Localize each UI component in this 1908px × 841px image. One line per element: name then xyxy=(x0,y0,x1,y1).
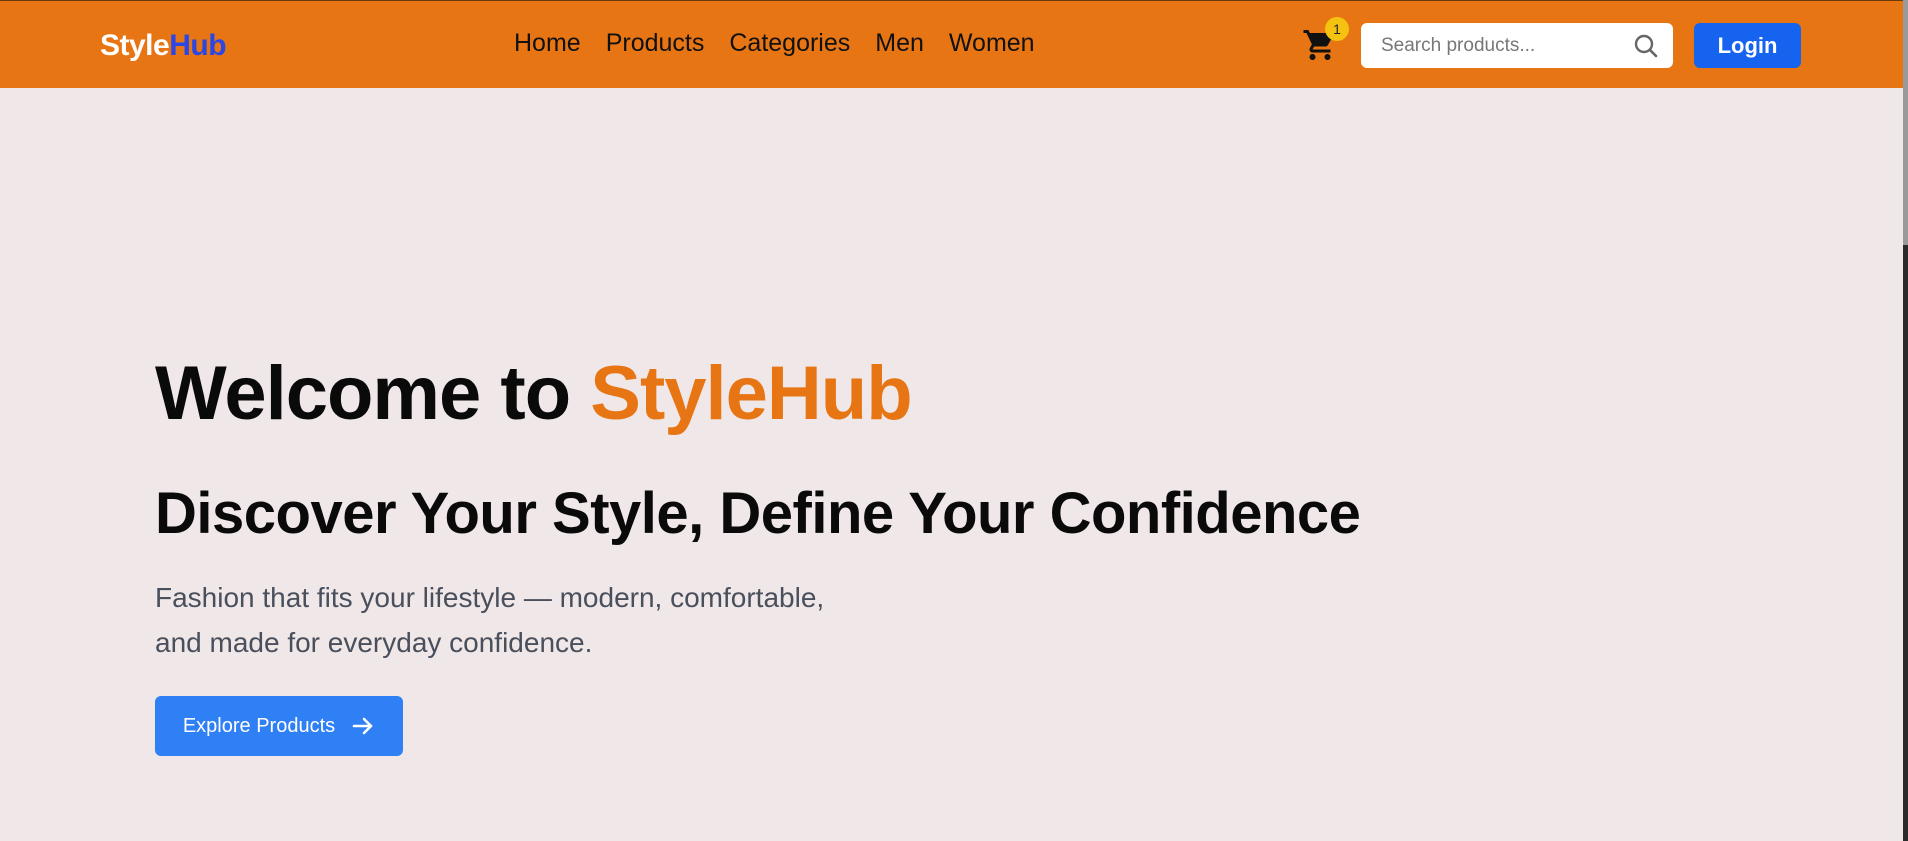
nav-link-categories[interactable]: Categories xyxy=(729,29,850,58)
brand-hub-text: Hub xyxy=(169,29,227,62)
search-box xyxy=(1361,23,1673,68)
scrollbar-thumb[interactable] xyxy=(1903,0,1908,245)
nav-link-men[interactable]: Men xyxy=(875,29,924,58)
brand-style-text: Style xyxy=(100,29,170,62)
cart-count-badge: 1 xyxy=(1325,17,1349,41)
nav-link-home[interactable]: Home xyxy=(514,29,581,58)
explore-products-label: Explore Products xyxy=(182,714,336,737)
hero-title: Welcome to StyleHub xyxy=(155,350,913,437)
hero-description-line-2: and made for everyday confidence. xyxy=(155,627,593,658)
navbar: StyleHub Home Products Categories Men Wo… xyxy=(0,0,1903,88)
explore-products-button[interactable]: Explore Products xyxy=(155,696,403,756)
arrow-right-icon xyxy=(352,717,373,735)
hero-title-accent: StyleHub xyxy=(590,351,912,436)
nav-links: Home Products Categories Men Women xyxy=(514,29,1035,58)
hero-description-line-1: Fashion that fits your lifestyle — moder… xyxy=(155,582,825,613)
hero-title-prefix: Welcome to xyxy=(155,351,591,436)
page: StyleHub Home Products Categories Men Wo… xyxy=(0,0,1903,841)
search-icon[interactable] xyxy=(1633,33,1659,59)
nav-link-products[interactable]: Products xyxy=(606,29,705,58)
hero-description: Fashion that fits your lifestyle — moder… xyxy=(155,575,915,665)
nav-link-women[interactable]: Women xyxy=(949,29,1035,58)
login-button[interactable]: Login xyxy=(1694,23,1801,68)
hero-subtitle: Discover Your Style, Define Your Confide… xyxy=(155,481,1361,546)
search-input[interactable] xyxy=(1361,23,1621,68)
brand-logo[interactable]: StyleHub xyxy=(100,29,227,63)
